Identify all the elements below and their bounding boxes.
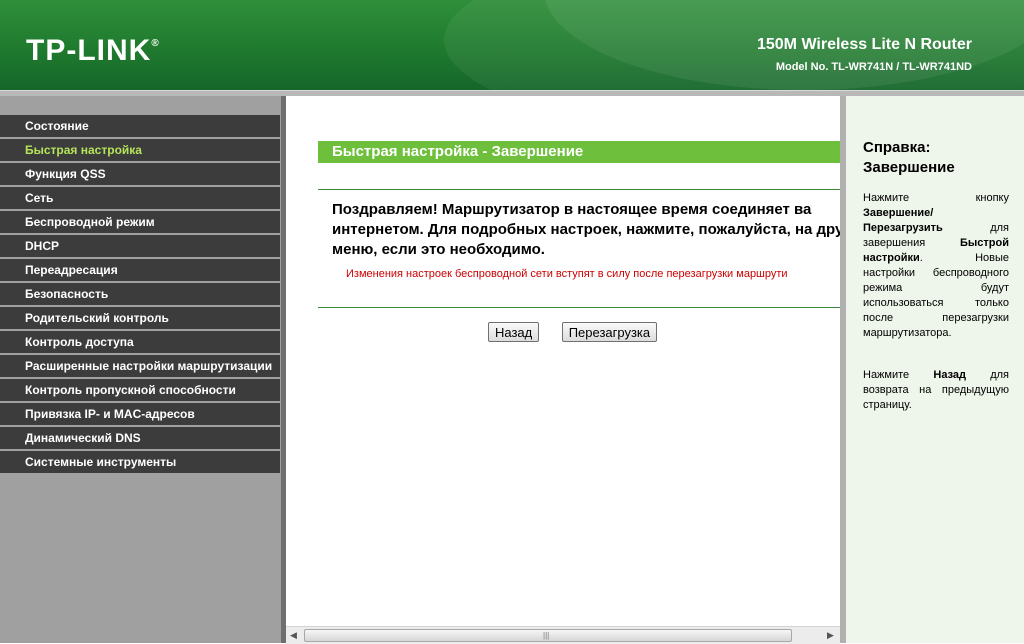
sidebar-item[interactable]: Беспроводной режим <box>0 211 280 233</box>
sidebar-item[interactable]: Контроль доступа <box>0 331 280 353</box>
sidebar-item[interactable]: Родительский контроль <box>0 307 280 329</box>
help-title-line2: Завершение <box>863 159 955 176</box>
help-paragraph-back: Нажмите Назад для возврата на предыдущую… <box>863 368 1009 413</box>
horizontal-scrollbar[interactable]: ◀ ||| ▶ <box>286 626 840 644</box>
sidebar-item[interactable]: Динамический DNS <box>0 427 280 449</box>
congrats-message: Поздравляем! Маршрутизатор в настоящее в… <box>332 201 840 258</box>
logo-text: TP-LINK <box>26 34 152 67</box>
sidebar-item[interactable]: Привязка IP- и MAC-адресов <box>0 403 280 425</box>
help-title-line1: Справка: <box>863 139 931 156</box>
help-panel: Справка: Завершение Нажмите кнопку Завер… <box>846 96 1024 643</box>
triangle-left-icon[interactable]: ◀ <box>290 630 297 641</box>
sidebar-item[interactable]: Быстрая настройка <box>0 139 280 161</box>
triangle-right-icon[interactable]: ▶ <box>827 630 834 641</box>
sidebar-menu: Состояние Быстрая настройка Функция QSS Сет… <box>0 96 281 643</box>
back-button[interactable]: Назад <box>488 322 540 342</box>
product-name: 150M Wireless Lite N Router <box>756 36 972 53</box>
main-frame: Быстрая настройка - Завершение Поздравля… <box>286 96 840 626</box>
model-number: Model No. TL-WR741N / TL-WR741ND <box>775 61 972 73</box>
button-row: Назад Перезагрузка <box>488 322 675 342</box>
header-banner: TP-LINK® 150M Wireless Lite N Router Mod… <box>0 0 1024 90</box>
sidebar-item[interactable]: Функция QSS <box>0 163 280 185</box>
sidebar-item[interactable]: Контроль пропускной способности <box>0 379 280 401</box>
scrollbar-thumb[interactable]: ||| <box>304 629 792 642</box>
divider-bottom <box>318 307 840 308</box>
reboot-button[interactable]: Перезагрузка <box>561 322 658 342</box>
grip-icon: ||| <box>543 631 550 640</box>
page-title: Быстрая настройка - Завершение <box>318 141 840 163</box>
help-text: . Новые настройки беспроводного режима б… <box>863 252 1009 339</box>
registered-mark: ® <box>151 38 160 49</box>
sidebar-item[interactable]: Сеть <box>0 187 280 209</box>
sidebar-item[interactable]: Переадресация <box>0 259 280 281</box>
help-bold-text: Завершение/ Перезагрузить <box>863 207 943 234</box>
divider-top <box>318 189 840 190</box>
help-text: Нажмите <box>863 369 934 381</box>
help-bold-text: Назад <box>933 369 966 381</box>
sidebar-item[interactable]: Состояние <box>0 115 280 137</box>
content-area: Быстрая настройка - Завершение Поздравля… <box>318 141 840 308</box>
sidebar-item[interactable]: DHCP <box>0 235 280 257</box>
wireless-note: Изменения настроек беспроводной сети вст… <box>346 268 788 280</box>
sidebar-item[interactable]: Безопасность <box>0 283 280 305</box>
help-title: Справка: Завершение <box>863 138 1013 178</box>
help-text: Нажмите кнопку <box>863 192 1009 204</box>
tp-link-logo: TP-LINK® <box>26 34 160 68</box>
sidebar-item[interactable]: Системные инструменты <box>0 451 280 473</box>
help-paragraph-finish: Нажмите кнопку Завершение/ Перезагрузить… <box>863 191 1009 341</box>
sidebar-item[interactable]: Расширенные настройки маршрутизации <box>0 355 280 377</box>
sidebar-list: Состояние Быстрая настройка Функция QSS Сет… <box>0 115 280 475</box>
